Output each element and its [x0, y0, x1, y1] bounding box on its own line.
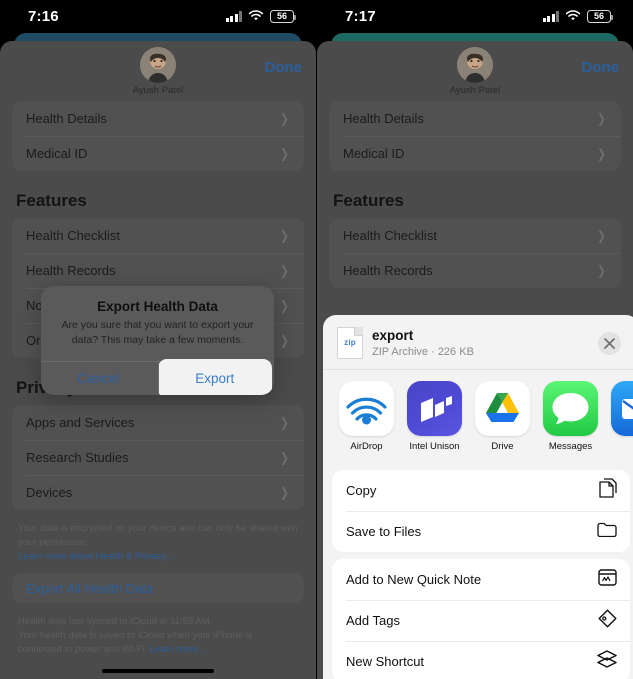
export-health-data-alert: Export Health Data Are you sure that you…	[41, 286, 274, 395]
close-icon[interactable]	[598, 331, 621, 355]
action-label: Add Tags	[346, 613, 400, 628]
cellular-bars-icon	[225, 10, 242, 22]
mail-icon	[611, 381, 633, 436]
status-bar-left: 7:16 56	[0, 0, 316, 32]
action-copy[interactable]: Copy	[332, 470, 630, 511]
action-new-shortcut[interactable]: New Shortcut	[332, 641, 630, 679]
export-button[interactable]: Export	[157, 358, 272, 395]
share-file-header: zip export ZIP Archive · 226 KB	[323, 315, 633, 369]
share-target-label: Messages	[548, 441, 593, 452]
wifi-icon	[565, 10, 581, 21]
action-label: Copy	[346, 483, 377, 498]
share-target-intel-unison[interactable]: Intel Unison	[407, 381, 462, 452]
action-add-tags[interactable]: Add Tags	[332, 600, 630, 641]
action-label: Save to Files	[346, 524, 422, 539]
folder-icon	[597, 521, 617, 542]
cancel-button[interactable]: Cancel	[41, 362, 156, 395]
status-indicators: 56	[225, 9, 296, 23]
alert-body: Export Health Data Are you sure that you…	[41, 286, 274, 361]
status-indicators: 56	[542, 9, 613, 23]
quick-note-icon	[598, 568, 617, 591]
battery-indicator: 56	[270, 9, 296, 23]
copy-icon	[599, 478, 617, 503]
share-app-row[interactable]: AirDrop Intel Unison Drive Messages	[323, 369, 633, 463]
battery-indicator: 56	[587, 9, 613, 23]
zip-badge-label: zip	[344, 338, 356, 347]
zip-file-icon: zip	[337, 327, 363, 359]
cellular-bars-icon	[542, 10, 559, 22]
alert-title: Export Health Data	[97, 299, 218, 314]
share-target-airdrop[interactable]: AirDrop	[339, 381, 394, 452]
right-phone-screenshot: 7:17 56 Ayush Patel Done Health Details …	[317, 0, 633, 679]
action-add-to-new-quick-note[interactable]: Add to New Quick Note	[332, 559, 630, 600]
share-target-messages[interactable]: Messages	[543, 381, 598, 452]
google-drive-icon	[475, 381, 530, 436]
wifi-icon	[248, 10, 264, 21]
share-target-mail[interactable]	[611, 381, 633, 452]
action-label: New Shortcut	[346, 654, 425, 669]
share-target-label: Intel Unison	[409, 441, 460, 452]
status-time: 7:17	[345, 7, 376, 25]
share-target-drive[interactable]: Drive	[475, 381, 530, 452]
alert-buttons: Cancel Export	[41, 358, 274, 395]
left-phone-screenshot: 7:16 56 Ayush Patel Done Health Details …	[0, 0, 316, 679]
share-file-name: export	[372, 327, 414, 343]
share-actions-group-2: Add to New Quick Note Add Tags New Short…	[332, 559, 630, 679]
airdrop-icon	[339, 381, 394, 436]
share-sheet: zip export ZIP Archive · 226 KB AirDrop …	[323, 315, 633, 679]
intel-unison-icon	[407, 381, 462, 436]
home-indicator	[102, 669, 214, 673]
share-actions-group-1: Copy Save to Files	[332, 470, 630, 552]
screenshot-stage: 7:16 56 Ayush Patel Done Health Details …	[0, 0, 633, 679]
action-save-to-files[interactable]: Save to Files	[332, 511, 630, 552]
share-file-details: ZIP Archive · 226 KB	[372, 346, 474, 359]
alert-message: Are you sure that you want to export you…	[61, 319, 254, 346]
share-target-label: Drive	[491, 441, 514, 452]
share-target-label: AirDrop	[350, 441, 383, 452]
tag-icon	[598, 609, 617, 633]
share-file-meta: export ZIP Archive · 226 KB	[372, 328, 589, 358]
messages-icon	[543, 381, 598, 436]
shortcuts-icon	[597, 650, 617, 673]
status-time: 7:16	[28, 7, 59, 25]
status-bar-right: 7:17 56	[317, 0, 633, 32]
action-label: Add to New Quick Note	[346, 572, 482, 587]
